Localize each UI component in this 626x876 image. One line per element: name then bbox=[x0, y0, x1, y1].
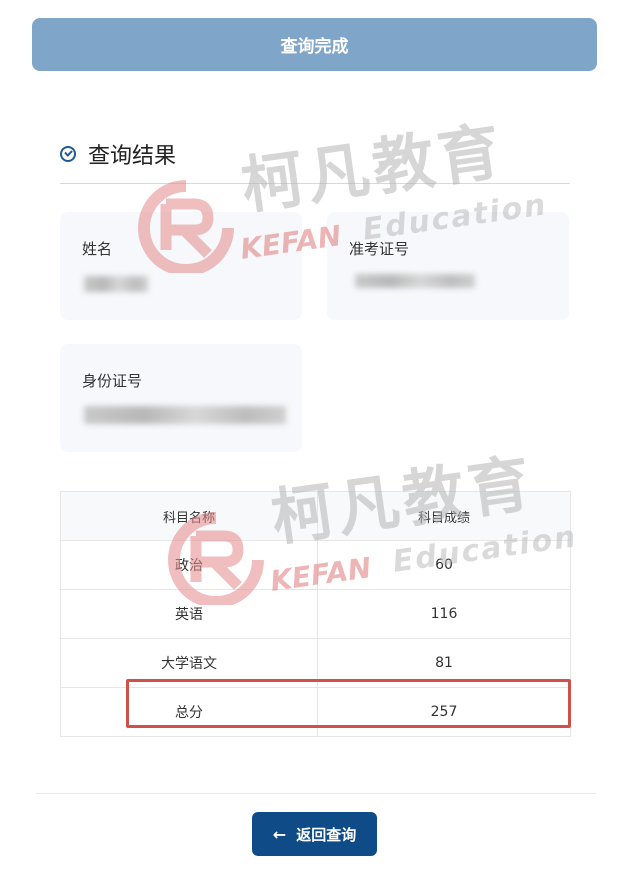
table-row: 英语 116 bbox=[60, 589, 571, 639]
name-label: 姓名 bbox=[82, 240, 113, 258]
score-cell: 60 bbox=[317, 540, 571, 590]
score-cell: 116 bbox=[317, 589, 571, 639]
exam-id-label: 准考证号 bbox=[349, 240, 410, 258]
exam-id-card: 准考证号 bbox=[327, 212, 569, 320]
arrow-left-icon: ← bbox=[272, 824, 287, 844]
check-circle-icon bbox=[60, 146, 76, 162]
name-card: 姓名 bbox=[60, 212, 302, 320]
id-number-value-redacted bbox=[84, 406, 286, 424]
total-highlight-box bbox=[126, 679, 571, 728]
footer-divider bbox=[36, 793, 596, 794]
column-header-score: 科目成绩 bbox=[317, 491, 571, 541]
id-number-card: 身份证号 bbox=[60, 344, 302, 452]
back-button-label: 返回查询 bbox=[296, 825, 357, 844]
column-header-subject: 科目名称 bbox=[60, 491, 318, 541]
title-divider bbox=[60, 183, 570, 184]
subject-cell: 英语 bbox=[60, 589, 318, 639]
exam-id-value-redacted bbox=[355, 274, 475, 288]
name-value-redacted bbox=[84, 276, 148, 292]
table-header-row: 科目名称 科目成绩 bbox=[60, 491, 571, 541]
id-number-label: 身份证号 bbox=[82, 372, 143, 390]
watermark-cn: 柯凡教育 bbox=[236, 113, 509, 223]
subject-cell: 政治 bbox=[60, 540, 318, 590]
results-title: 查询结果 bbox=[88, 144, 177, 169]
section-title: 查询结果 bbox=[60, 138, 176, 170]
query-complete-button[interactable]: 查询完成 bbox=[32, 18, 597, 71]
table-row: 政治 60 bbox=[60, 540, 571, 590]
back-to-query-button[interactable]: ← 返回查询 bbox=[252, 812, 377, 856]
